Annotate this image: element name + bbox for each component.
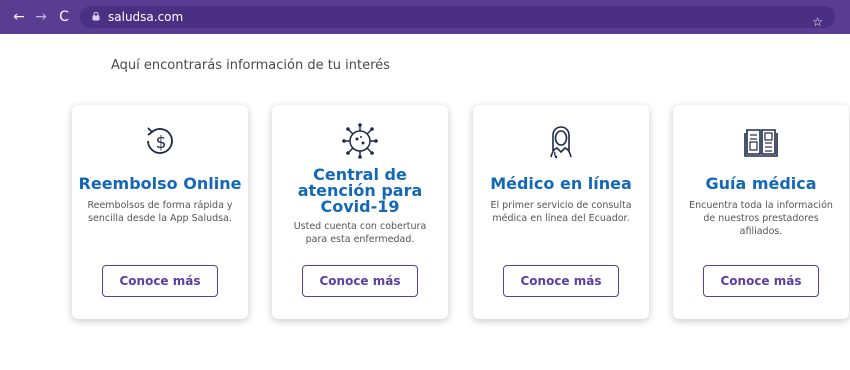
card-description: Reembolsos de forma rápida y sencilla de… bbox=[87, 200, 233, 224]
card-medico: Médico en línea El primer servicio de co… bbox=[473, 105, 649, 319]
forward-arrow-icon[interactable]: → bbox=[32, 8, 50, 26]
card-description: Usted cuenta con cobertura para esta enf… bbox=[293, 221, 427, 245]
book-icon bbox=[744, 129, 778, 157]
virus-icon bbox=[342, 123, 378, 159]
svg-text:$: $ bbox=[156, 133, 167, 153]
card-description: Encuentra toda la información de nuestro… bbox=[689, 200, 833, 237]
back-arrow-icon[interactable]: ← bbox=[10, 8, 28, 26]
page-heading: Aquí encontrarás información de tu inter… bbox=[111, 58, 390, 73]
bookmark-star-icon[interactable]: ☆ bbox=[812, 14, 823, 30]
card-guia: Guía médica Encuentra toda la informació… bbox=[673, 105, 849, 319]
card-description: El primer servicio de consulta médica en… bbox=[490, 200, 632, 224]
lock-icon bbox=[92, 12, 100, 21]
conoce-mas-button[interactable]: Conoce más bbox=[302, 265, 418, 297]
card-title: Central de atención para Covid-19 bbox=[297, 165, 423, 216]
card-title: Médico en línea bbox=[490, 174, 632, 193]
conoce-mas-button[interactable]: Conoce más bbox=[102, 265, 218, 297]
card-title: Guía médica bbox=[705, 174, 817, 193]
browser-toolbar: ← → C saludsa.com ☆ bbox=[0, 0, 850, 34]
dollar-refresh-icon: $ bbox=[147, 127, 173, 154]
address-bar[interactable]: saludsa.com ☆ bbox=[80, 6, 835, 30]
doctor-icon bbox=[550, 126, 572, 159]
card-title: Reembolso Online bbox=[78, 174, 242, 193]
card-reembolso: $ Reembolso Online Reembolsos de forma r… bbox=[72, 105, 248, 319]
reload-icon[interactable]: C bbox=[55, 8, 73, 26]
conoce-mas-button[interactable]: Conoce más bbox=[703, 265, 819, 297]
url-text: saludsa.com bbox=[108, 10, 184, 24]
card-covid: Central de atención para Covid-19 Usted … bbox=[272, 105, 448, 319]
conoce-mas-button[interactable]: Conoce más bbox=[503, 265, 619, 297]
